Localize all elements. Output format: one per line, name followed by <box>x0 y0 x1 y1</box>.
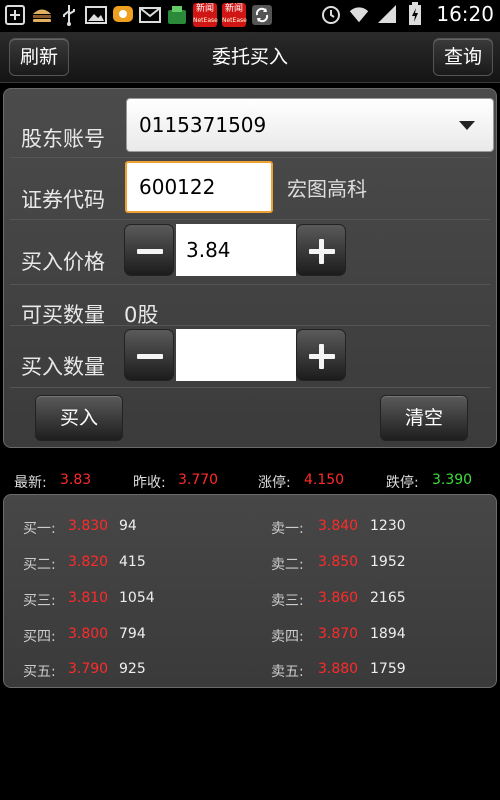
mail-icon <box>139 4 161 26</box>
bid-volume: 925 <box>119 661 146 677</box>
add-icon <box>4 4 26 26</box>
buy-button[interactable]: 买入 <box>35 395 123 441</box>
divider <box>10 387 490 388</box>
order-book-row: 买五: 3.790 925 卖五: 3.880 1759 <box>4 661 496 697</box>
ask-volume: 1759 <box>370 661 406 677</box>
message-bubble-icon <box>112 4 134 26</box>
quantity-increase-button[interactable] <box>296 329 346 381</box>
divider <box>10 219 490 220</box>
order-book-row: 买二: 3.820 415 卖二: 3.850 1952 <box>4 554 496 590</box>
divider <box>10 325 490 326</box>
order-book: 买一: 3.830 94 卖一: 3.840 1230 买二: 3.820 41… <box>3 494 497 688</box>
news-app-icon: 新闻 NetEase <box>222 3 247 27</box>
order-book-row: 买三: 3.810 1054 卖三: 3.860 2165 <box>4 590 496 626</box>
ask-label: 卖二: <box>271 557 304 573</box>
bid-volume: 94 <box>119 518 137 534</box>
clear-button[interactable]: 清空 <box>380 395 468 441</box>
price-decrease-button[interactable] <box>124 224 174 276</box>
bid-label: 买五: <box>23 664 56 680</box>
account-select[interactable]: 0115371509 <box>126 98 494 152</box>
quantity-label: 买入数量 <box>21 355 105 379</box>
ask-volume: 1230 <box>370 518 406 534</box>
alarm-icon <box>320 3 342 25</box>
ask-label: 卖五: <box>271 664 304 680</box>
account-label: 股东账号 <box>21 127 105 151</box>
bid-label: 买四: <box>23 629 56 645</box>
limit-up-label: 涨停: <box>258 475 291 491</box>
price-increase-button[interactable] <box>296 224 346 276</box>
ask-price: 3.860 <box>318 590 359 606</box>
price-input[interactable]: 3.84 <box>176 224 296 276</box>
bid-label: 买二: <box>23 557 56 573</box>
ask-label: 卖三: <box>271 593 304 609</box>
account-value: 0115371509 <box>139 113 267 137</box>
usb-icon <box>58 4 80 26</box>
ask-volume: 1894 <box>370 626 406 642</box>
page-title: 委托买入 <box>211 46 288 68</box>
bid-price: 3.800 <box>68 626 109 642</box>
query-button[interactable]: 查询 <box>432 38 493 76</box>
order-form: 股东账号 0115371509 证券代码 600122 宏图高科 买入价格 3.… <box>3 88 497 448</box>
ask-label: 卖四: <box>271 629 304 645</box>
chevron-down-icon <box>459 121 475 130</box>
burger-app-icon <box>31 4 53 26</box>
order-book-row: 买四: 3.800 794 卖四: 3.870 1894 <box>4 626 496 662</box>
status-bar: 新闻 NetEase 新闻 NetEase 16:20 <box>0 0 500 32</box>
divider <box>10 157 490 158</box>
stock-code-input[interactable]: 600122 <box>125 161 273 213</box>
wifi-icon <box>348 3 370 25</box>
bid-volume: 415 <box>119 554 146 570</box>
code-label: 证券代码 <box>21 188 105 212</box>
latest-value: 3.83 <box>60 472 92 488</box>
bid-price: 3.790 <box>68 661 109 677</box>
prev-close-label: 昨收: <box>133 475 166 491</box>
ask-volume: 2165 <box>370 590 406 606</box>
notification-icons: 新闻 NetEase 新闻 NetEase <box>4 3 273 27</box>
image-icon <box>85 4 107 26</box>
ask-price: 3.870 <box>318 626 359 642</box>
limit-down-value: 3.390 <box>432 472 473 488</box>
latest-label: 最新: <box>14 475 47 491</box>
ask-price: 3.850 <box>318 554 359 570</box>
battery-icon <box>404 2 426 25</box>
ask-price: 3.880 <box>318 661 359 677</box>
minus-icon <box>137 354 163 359</box>
price-label: 买入价格 <box>21 250 105 274</box>
news-app-icon: 新闻 NetEase <box>193 3 218 27</box>
ask-label: 卖一: <box>271 521 304 537</box>
signal-icon <box>376 3 398 25</box>
prev-close-value: 3.770 <box>178 472 219 488</box>
minus-icon <box>137 249 163 254</box>
quantity-decrease-button[interactable] <box>124 329 174 381</box>
app-store-icon <box>166 4 188 26</box>
limit-up-value: 4.150 <box>304 472 345 488</box>
ask-price: 3.840 <box>318 518 359 534</box>
quantity-input[interactable] <box>176 329 296 381</box>
bid-price: 3.830 <box>68 518 109 534</box>
title-bar: 刷新 委托买入 查询 <box>0 32 500 83</box>
system-icons: 16:20 <box>320 2 494 26</box>
ask-volume: 1952 <box>370 554 406 570</box>
order-book-row: 买一: 3.830 94 卖一: 3.840 1230 <box>4 518 496 554</box>
sync-icon <box>251 4 273 26</box>
quote-summary: 最新: 3.83 昨收: 3.770 涨停: 4.150 跌停: 3.390 <box>0 466 500 492</box>
bid-price: 3.820 <box>68 554 109 570</box>
stock-name: 宏图高科 <box>287 177 367 201</box>
divider <box>10 284 490 285</box>
clock: 16:20 <box>436 2 494 26</box>
bid-volume: 794 <box>119 626 146 642</box>
bid-label: 买一: <box>23 521 56 537</box>
bid-volume: 1054 <box>119 590 155 606</box>
limit-down-label: 跌停: <box>386 475 419 491</box>
bid-price: 3.810 <box>68 590 109 606</box>
bid-label: 买三: <box>23 593 56 609</box>
